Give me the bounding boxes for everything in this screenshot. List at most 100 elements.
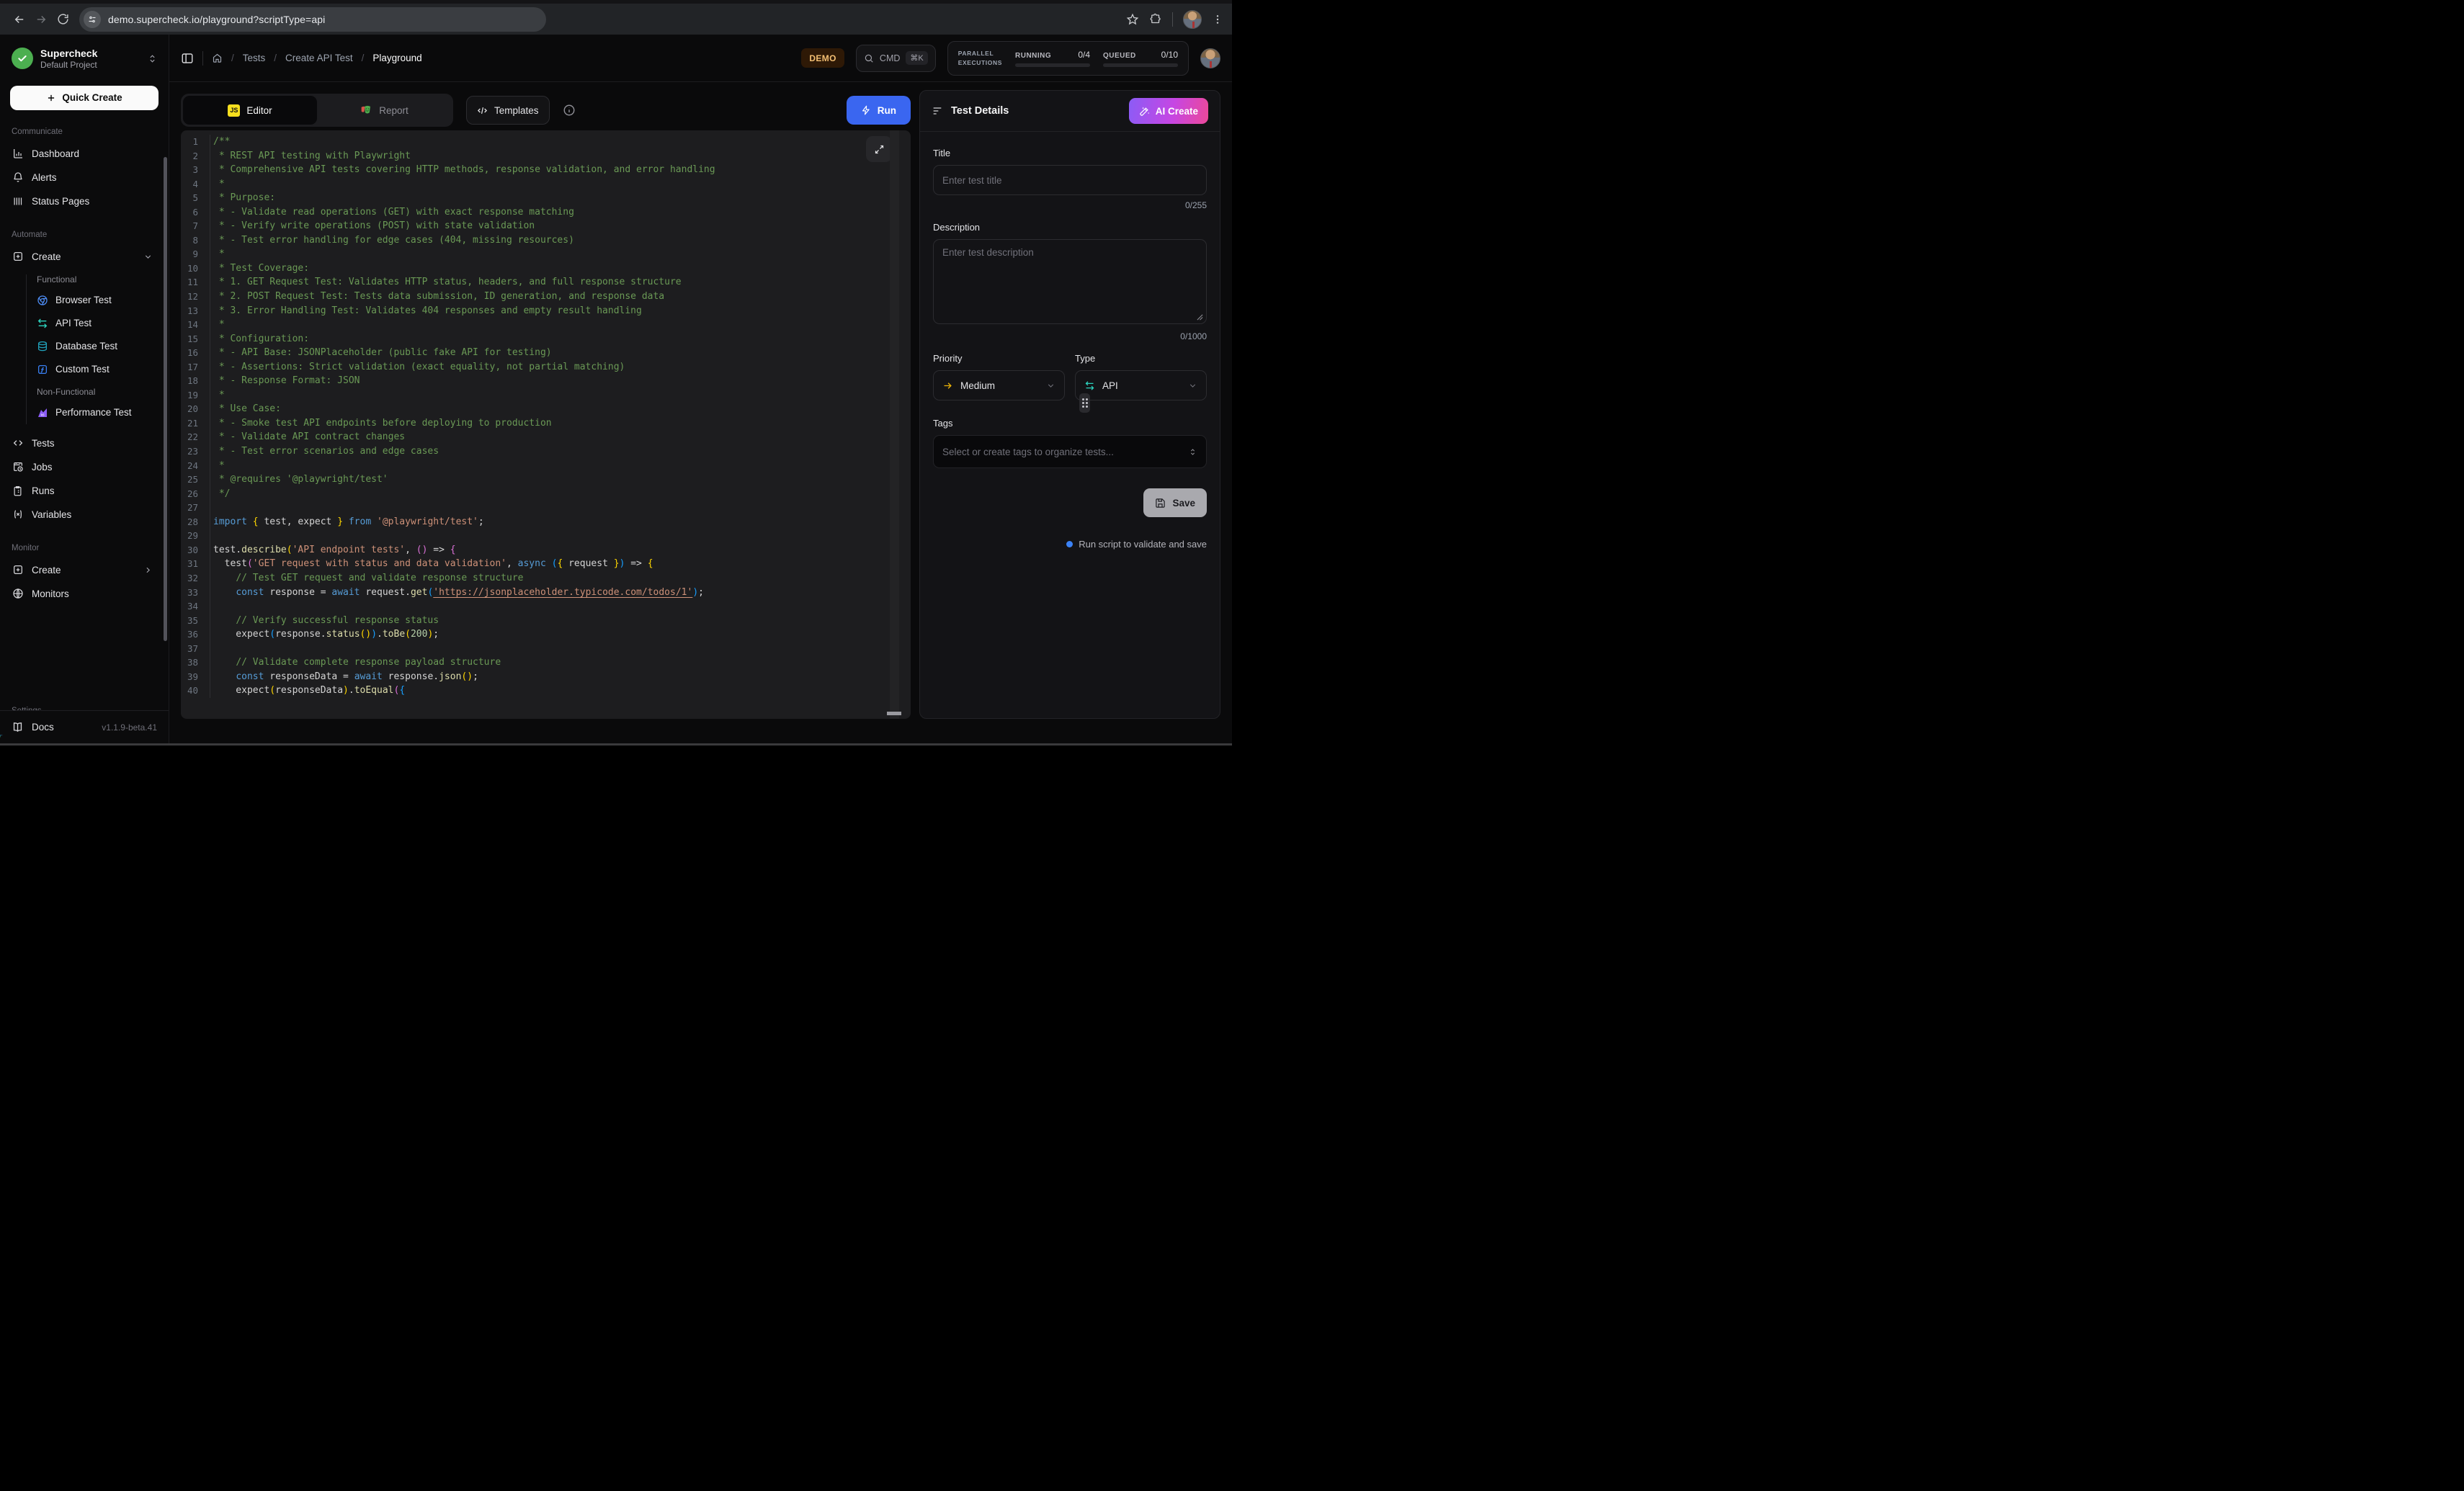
chevron-down-icon: [1046, 381, 1055, 390]
square-plus-icon: [12, 564, 24, 576]
sidebar-item-status-pages[interactable]: Status Pages: [10, 189, 159, 213]
sidebar-item-database-test[interactable]: Database Test: [37, 335, 159, 358]
priority-select[interactable]: Medium: [933, 370, 1065, 400]
panel-resize-handle[interactable]: [1079, 393, 1090, 413]
window-bottom-edge: [0, 743, 1232, 746]
book-open-icon: [12, 721, 24, 733]
plus-icon: [46, 93, 56, 103]
expand-editor-button[interactable]: [866, 136, 892, 162]
sidebar-item-jobs[interactable]: Jobs: [10, 455, 159, 479]
code-line: 28import { test, expect } from '@playwri…: [181, 515, 911, 529]
sidebar-scrollbar[interactable]: [164, 157, 167, 641]
bar-chart-icon: [12, 148, 24, 159]
code-line: 32 // Test GET request and validate resp…: [181, 571, 911, 586]
description-textarea[interactable]: [933, 239, 1207, 324]
code-line: 18 * - Response Format: JSON: [181, 374, 911, 388]
title-input[interactable]: [933, 165, 1207, 195]
breadcrumb-tests[interactable]: Tests: [243, 53, 266, 63]
chevron-right-icon: [143, 565, 153, 575]
docs-link[interactable]: Docs: [32, 722, 54, 733]
code-line: 20 * Use Case:: [181, 402, 911, 416]
project-switcher[interactable]: Supercheck Default Project: [10, 45, 159, 70]
save-hint: Run script to validate and save: [933, 539, 1207, 550]
bookmark-star-icon[interactable]: [1126, 13, 1139, 26]
sidebar-item-monitors[interactable]: Monitors: [10, 582, 159, 606]
code-line: 25 * @requires '@playwright/test': [181, 473, 911, 487]
resize-grip-icon[interactable]: [1197, 314, 1203, 321]
sidebar-item-create-monitor[interactable]: Create: [10, 558, 159, 582]
code-lines: 1/**2 * REST API testing with Playwright…: [181, 135, 911, 698]
sidebar-item-alerts[interactable]: Alerts: [10, 166, 159, 189]
tab-report[interactable]: Report: [317, 96, 451, 125]
sidebar-item-tests[interactable]: Tests: [10, 431, 159, 455]
quick-create-button[interactable]: Quick Create: [10, 86, 159, 110]
api-arrows-icon: [37, 318, 48, 329]
sidebar-item-browser-test[interactable]: Browser Test: [37, 289, 159, 312]
code-line: 34: [181, 599, 911, 614]
parallel-executions-widget: PARALLELEXECUTIONS RUNNING0/4 QUEUED0/10: [947, 41, 1189, 76]
header-divider: [202, 51, 203, 66]
section-settings: Settings: [12, 707, 42, 710]
extensions-icon[interactable]: [1149, 13, 1162, 26]
clipboard-list-icon: [12, 485, 24, 496]
k6-icon: k6: [37, 407, 48, 418]
search-kbd: ⌘K: [906, 51, 927, 65]
save-button[interactable]: Save: [1143, 488, 1207, 517]
project-subtitle: Default Project: [40, 60, 97, 70]
chrome-menu-icon[interactable]: [1212, 14, 1223, 25]
priority-medium-arrow-icon: [942, 380, 953, 391]
sidebar-toggle-button[interactable]: [181, 52, 194, 65]
project-name: Supercheck: [40, 48, 97, 60]
executions-label: PARALLELEXECUTIONS: [958, 49, 1002, 68]
editor-scrollbar-track[interactable]: [890, 130, 899, 719]
editor-scrollbar-thumb[interactable]: [887, 712, 901, 715]
reload-icon: [57, 13, 69, 25]
sidebar-item-performance-test[interactable]: k6 Performance Test: [37, 401, 159, 424]
sidebar-item-dashboard[interactable]: Dashboard: [10, 142, 159, 166]
sidebar-item-api-test[interactable]: API Test: [37, 312, 159, 335]
code-line: 6 * - Validate read operations (GET) wit…: [181, 205, 911, 220]
back-button[interactable]: [9, 9, 30, 30]
url-text[interactable]: demo.supercheck.io/playground?scriptType…: [108, 14, 325, 25]
type-select[interactable]: API: [1075, 370, 1207, 400]
queued-value: 0/10: [1161, 50, 1178, 60]
sidebar-item-variables[interactable]: Variables: [10, 503, 159, 527]
code-line: 19 *: [181, 388, 911, 403]
address-bar[interactable]: demo.supercheck.io/playground?scriptType…: [79, 7, 546, 32]
label-functional: Functional: [37, 274, 159, 285]
templates-button[interactable]: Templates: [466, 96, 550, 125]
code-line: 14 *: [181, 318, 911, 332]
section-monitor: Monitor: [12, 544, 157, 552]
sidebar-item-custom-test[interactable]: Custom Test: [37, 358, 159, 381]
label-non-functional: Non-Functional: [37, 387, 159, 397]
forward-button[interactable]: [30, 9, 52, 30]
code-line: 8 * - Test error handling for edge cases…: [181, 233, 911, 248]
code-editor[interactable]: 1/**2 * REST API testing with Playwright…: [181, 130, 911, 719]
ai-create-button[interactable]: AI Create: [1129, 98, 1208, 124]
status-bars-icon: [12, 196, 24, 207]
sidebar-item-create-automate[interactable]: Create: [10, 245, 159, 269]
tab-editor[interactable]: JS Editor: [183, 96, 317, 125]
site-info-icon[interactable]: [84, 11, 101, 28]
info-icon[interactable]: [563, 104, 576, 117]
code-line: 7 * - Verify write operations (POST) wit…: [181, 219, 911, 233]
browser-profile-avatar[interactable]: [1183, 10, 1202, 29]
command-search-button[interactable]: CMD ⌘K: [856, 45, 936, 72]
reload-button[interactable]: [52, 9, 73, 30]
sidebar-item-runs[interactable]: Runs: [10, 479, 159, 503]
playwright-masks-icon: [360, 104, 372, 117]
breadcrumb-create-api-test[interactable]: Create API Test: [285, 53, 353, 63]
user-avatar[interactable]: [1200, 48, 1220, 68]
browser-window: demo.supercheck.io/playground?scriptType…: [0, 0, 1232, 746]
expand-icon: [874, 144, 885, 155]
tags-label: Tags: [933, 418, 1207, 429]
run-button[interactable]: Run: [847, 96, 911, 125]
wand-sparkles-icon: [1139, 106, 1150, 117]
code-line: 36 expect(response.status()).toBe(200);: [181, 627, 911, 642]
app-header: / Tests / Create API Test / Playground D…: [169, 35, 1232, 82]
back-arrow-icon: [13, 13, 26, 26]
sidebar: Supercheck Default Project Quick Create …: [0, 35, 169, 743]
chrome-divider: [1172, 12, 1173, 27]
home-icon[interactable]: [212, 53, 223, 63]
tags-select[interactable]: Select or create tags to organize tests.…: [933, 435, 1207, 468]
